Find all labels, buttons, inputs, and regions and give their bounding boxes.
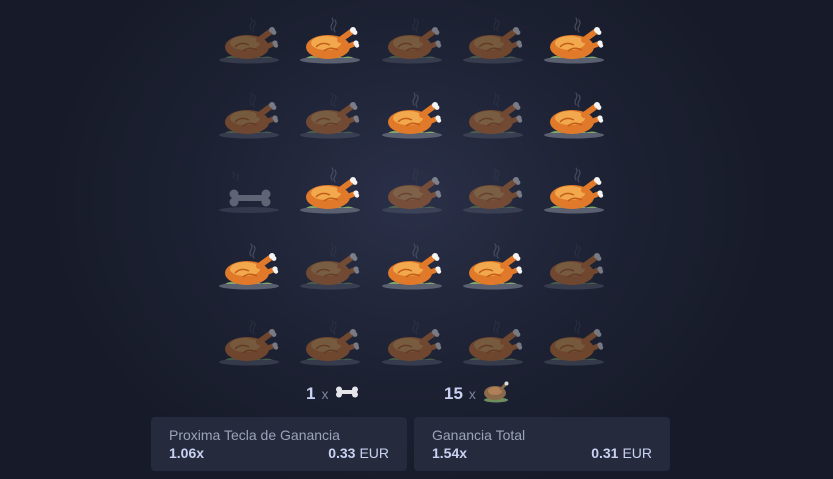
turkey-icon	[544, 92, 604, 139]
tile-turkey-unrevealed[interactable]	[378, 14, 448, 72]
turkey-icon	[219, 243, 279, 290]
turkey-icon	[382, 319, 442, 366]
tile-turkey-unrevealed[interactable]	[296, 240, 366, 298]
turkey-icon	[300, 17, 360, 64]
turkey-icon	[463, 319, 523, 366]
tile-turkey-unrevealed[interactable]	[215, 316, 285, 374]
next-win-amount: 0.33	[328, 445, 356, 461]
turkey-icon	[382, 167, 442, 214]
tile-turkey-unrevealed[interactable]	[540, 316, 610, 374]
tile-turkey-revealed[interactable]	[296, 14, 366, 72]
bone-icon	[334, 385, 360, 404]
tile-turkey-revealed[interactable]	[215, 240, 285, 298]
total-win-title: Ganancia Total	[432, 427, 526, 443]
next-win-currency: EUR	[359, 445, 389, 461]
turkey-icon	[382, 243, 442, 290]
tile-turkey-revealed[interactable]	[540, 14, 610, 72]
turkey-times: x	[468, 386, 476, 402]
total-win-currency: EUR	[622, 445, 652, 461]
tile-turkey-revealed[interactable]	[540, 89, 610, 147]
next-win-multiplier: 1.06x	[169, 445, 205, 461]
total-win-panel: Ganancia Total 1.54x 0.31 EUR	[414, 417, 670, 471]
turkey-icon	[382, 92, 442, 139]
turkey-icon	[300, 243, 360, 290]
turkey-icon	[482, 380, 510, 409]
tile-turkey-revealed[interactable]	[459, 240, 529, 298]
tile-turkey-unrevealed[interactable]	[296, 89, 366, 147]
tile-turkey-unrevealed[interactable]	[459, 316, 529, 374]
turkey-icon	[300, 319, 360, 366]
tile-turkey-unrevealed[interactable]	[215, 89, 285, 147]
total-win-amount: 0.31	[591, 445, 619, 461]
bone-icon	[219, 171, 279, 213]
turkey-icon	[544, 319, 604, 366]
turkey-icon	[300, 92, 360, 139]
tile-turkey-unrevealed[interactable]	[459, 89, 529, 147]
turkey-icon	[300, 167, 360, 214]
turkey-icon	[219, 92, 279, 139]
tile-turkey-unrevealed[interactable]	[459, 164, 529, 222]
turkey-icon	[382, 17, 442, 64]
tile-turkey-revealed[interactable]	[378, 240, 448, 298]
bone-count: 1	[306, 384, 316, 403]
turkey-icon	[463, 17, 523, 64]
turkey-icon	[544, 167, 604, 214]
next-win-panel: Proxima Tecla de Ganancia 1.06x 0.33 EUR	[151, 417, 407, 471]
turkey-count: 15	[444, 384, 463, 403]
reveal-counters: 1 x 15 x	[0, 380, 833, 408]
bone-counter: 1 x	[306, 380, 360, 408]
turkey-icon	[544, 243, 604, 290]
turkey-icon	[219, 319, 279, 366]
tile-turkey-revealed[interactable]	[378, 89, 448, 147]
game-grid	[210, 6, 620, 376]
tile-bone[interactable]	[215, 164, 285, 222]
tile-turkey-unrevealed[interactable]	[540, 240, 610, 298]
turkey-icon	[219, 17, 279, 64]
next-win-title: Proxima Tecla de Ganancia	[169, 427, 340, 443]
turkey-icon	[544, 17, 604, 64]
turkey-counter: 15 x	[444, 380, 510, 408]
bone-times: x	[321, 386, 329, 402]
tile-turkey-revealed[interactable]	[296, 164, 366, 222]
turkey-icon	[463, 243, 523, 290]
tile-turkey-unrevealed[interactable]	[215, 14, 285, 72]
tile-turkey-unrevealed[interactable]	[378, 164, 448, 222]
tile-turkey-unrevealed[interactable]	[459, 14, 529, 72]
total-win-multiplier: 1.54x	[432, 445, 468, 461]
tile-turkey-unrevealed[interactable]	[378, 316, 448, 374]
tile-turkey-unrevealed[interactable]	[296, 316, 366, 374]
turkey-icon	[463, 167, 523, 214]
turkey-icon	[463, 92, 523, 139]
tile-turkey-revealed[interactable]	[540, 164, 610, 222]
